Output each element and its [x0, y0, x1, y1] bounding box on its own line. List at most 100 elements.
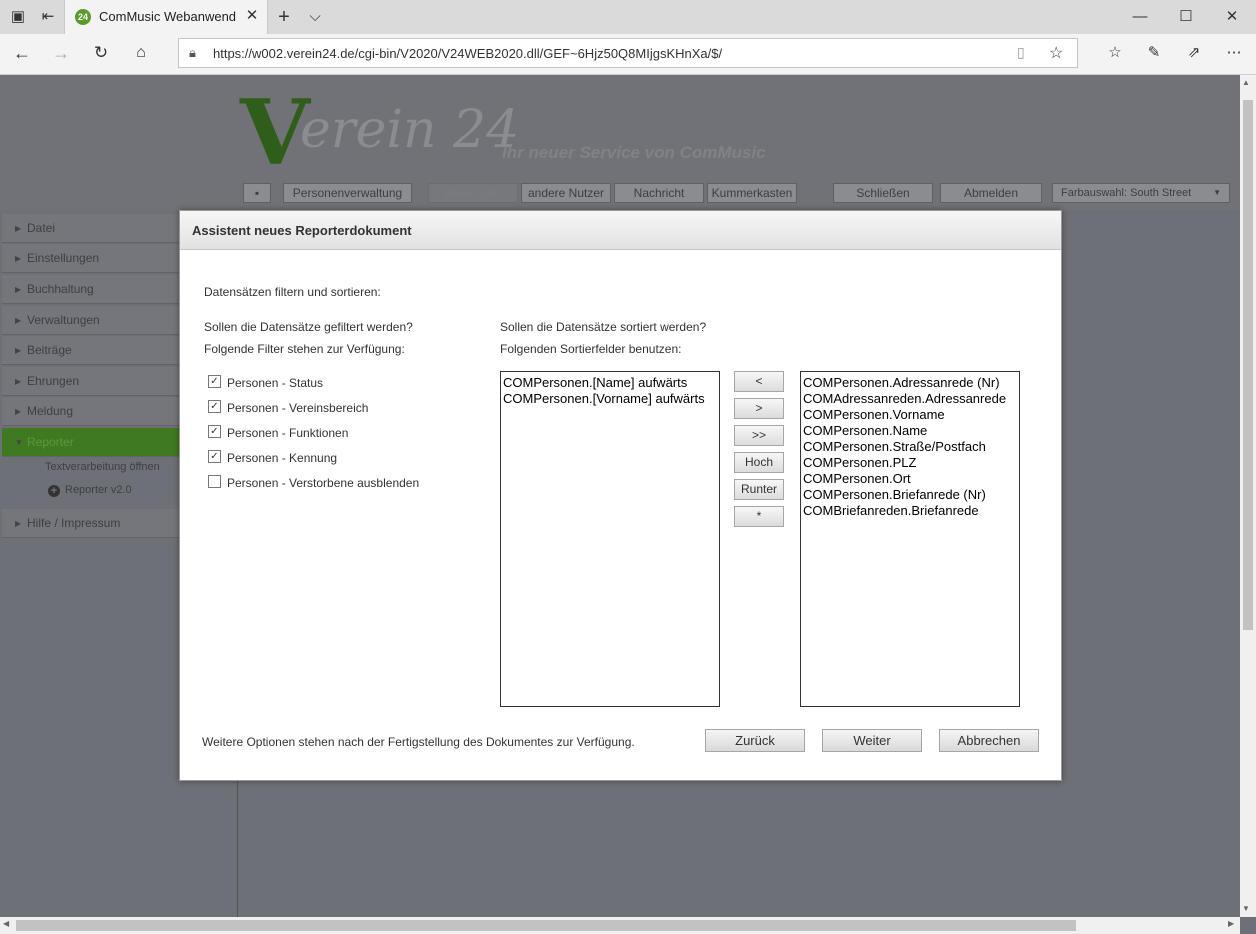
tab-list-chevron-icon[interactable]: ⌵ [301, 3, 329, 31]
move-down-button[interactable]: Runter [734, 479, 784, 500]
sidebar-item-label: Beiträge [27, 343, 72, 357]
personenverwaltung-button[interactable]: Personenverwaltung [283, 183, 412, 203]
schliessen-button[interactable]: Schließen [833, 183, 933, 203]
color-select[interactable]: Farbauswahl: South Street ▼ [1052, 183, 1230, 203]
list-item[interactable]: COMPersonen.Briefanrede (Nr) [803, 487, 1017, 503]
favorites-list-icon[interactable]: ☆ [1101, 39, 1129, 67]
list-item[interactable]: COMAdressanreden.Adressanrede [803, 391, 1017, 407]
vertical-scroll-thumb[interactable] [1243, 100, 1253, 630]
abmelden-button[interactable]: Abmelden [940, 183, 1042, 203]
kummerkasten-button[interactable]: Kummerkasten [707, 183, 797, 203]
filter-label: Personen - Funktionen [227, 426, 349, 440]
list-item[interactable]: COMPersonen.[Name] aufwärts [503, 375, 717, 391]
cancel-button[interactable]: Abbrechen [939, 729, 1039, 752]
favicon-icon: 24 [75, 9, 91, 25]
sidebar-item-label: Ehrungen [27, 374, 80, 388]
filter-checkbox[interactable]: ✓ [208, 425, 221, 438]
chevron-right-icon: ▶ [15, 254, 22, 263]
sidebar-item-label: Hilfe / Impressum [27, 516, 121, 530]
logo-text: erein 24 [300, 100, 520, 160]
url-text: https://w002.verein24.de/cgi-bin/V2020/V… [213, 46, 723, 61]
more-icon[interactable]: ⋯ [1220, 39, 1248, 67]
filter-question: Sollen die Datensätze gefiltert werden? [204, 320, 413, 334]
scroll-right-icon[interactable]: ▶ [1228, 919, 1234, 928]
sort-available-list[interactable]: COMPersonen.Adressanrede (Nr) COMAdressa… [800, 371, 1020, 707]
close-tab-icon[interactable]: ✕ [243, 7, 261, 25]
list-item[interactable]: COMPersonen.PLZ [803, 455, 1017, 471]
dialog-title: Assistent neues Reporterdokument [192, 223, 412, 238]
list-item[interactable]: COMPersonen.Vorname [803, 407, 1017, 423]
filter-row[interactable]: ✓ Personen - Funktionen [208, 425, 448, 441]
sidebar-item-label: Buchhaltung [27, 282, 94, 296]
sidebar-item-label: Reporter [27, 435, 74, 449]
filter-row[interactable]: ✓ Personen - Vereinsbereich [208, 400, 448, 416]
horizontal-scroll-thumb[interactable] [16, 920, 1076, 931]
add-field-button[interactable]: < [734, 371, 784, 392]
filter-checkbox[interactable] [208, 475, 221, 488]
minimize-icon[interactable]: — [1126, 3, 1154, 31]
refresh-icon[interactable]: ↻ [87, 39, 115, 67]
list-item[interactable]: COMPersonen.Straße/Postfach [803, 439, 1017, 455]
nachricht-button[interactable]: Nachricht [614, 183, 704, 203]
dialog-title-bar: Assistent neues Reporterdokument [180, 211, 1061, 250]
filter-checkbox[interactable]: ✓ [208, 375, 221, 388]
chevron-down-icon: ▼ [1213, 188, 1221, 197]
new-tab-icon[interactable]: + [270, 3, 298, 31]
forward-icon[interactable]: → [47, 39, 75, 67]
chevron-right-icon: ▶ [15, 224, 22, 233]
remove-field-button[interactable]: > [734, 398, 784, 419]
chevron-right-icon: ▶ [15, 285, 22, 294]
home-icon[interactable]: ⌂ [127, 39, 155, 67]
share-icon[interactable]: ⇗ [1180, 39, 1208, 67]
list-item[interactable]: COMPersonen.Name [803, 423, 1017, 439]
scroll-down-icon[interactable]: ▼ [1242, 904, 1250, 913]
neue-liste-button[interactable]: neue Liste [428, 183, 518, 203]
filter-available-label: Folgende Filter stehen zur Verfügung: [204, 342, 405, 356]
filter-label: Personen - Verstorbene ausblenden [227, 476, 420, 490]
sidebar-subitem-label: Reporter v2.0 [65, 484, 132, 496]
sort-selected-list[interactable]: COMPersonen.[Name] aufwärts COMPersonen.… [500, 371, 720, 707]
tab-title: ComMusic Webanwend [99, 9, 237, 24]
reporter-wizard-dialog: Assistent neues Reporterdokument Datensä… [179, 210, 1062, 781]
maximize-icon[interactable]: ☐ [1172, 3, 1200, 31]
list-item[interactable]: COMBriefanreden.Briefanrede [803, 503, 1017, 519]
filter-row[interactable]: ✓ Personen - Kennung [208, 450, 448, 466]
address-bar[interactable]: 🔒︎ https://w002.verein24.de/cgi-bin/V202… [178, 38, 1078, 68]
browser-tab-bar: ▣ ⇤ 24 ComMusic Webanwend ✕ + ⌵ — ☐ ✕ [0, 0, 1256, 34]
next-button[interactable]: Weiter [822, 729, 922, 752]
sidebar-item-label: Meldung [27, 404, 74, 418]
tab-actions-icon[interactable]: ▣ [4, 3, 32, 31]
filter-label: Personen - Kennung [227, 451, 338, 465]
pen-icon[interactable]: ✎ [1140, 39, 1168, 67]
move-up-button[interactable]: Hoch [734, 452, 784, 473]
menu-toggle-button[interactable]: ▪ [243, 183, 271, 203]
chevron-right-icon: ▶ [15, 316, 22, 325]
back-button[interactable]: Zurück [705, 729, 805, 752]
filter-label: Personen - Vereinsbereich [227, 401, 369, 415]
list-item[interactable]: COMPersonen.Adressanrede (Nr) [803, 375, 1017, 391]
list-item[interactable]: COMPersonen.Ort [803, 471, 1017, 487]
plus-circle-icon: + [48, 485, 60, 497]
back-icon[interactable]: ← [8, 39, 36, 67]
intro-text: Datensätzen filtern und sortieren: [204, 285, 381, 299]
reading-view-icon[interactable]: ▯ [1017, 44, 1025, 61]
chevron-right-icon: ▶ [15, 377, 22, 386]
filter-checkbox[interactable]: ✓ [208, 400, 221, 413]
sort-question: Sollen die Datensätze sortiert werden? [500, 320, 707, 334]
filter-checkbox[interactable]: ✓ [208, 450, 221, 463]
scroll-up-icon[interactable]: ▲ [1242, 78, 1250, 87]
filter-row[interactable]: Personen - Verstorbene ausblenden [208, 475, 448, 491]
scroll-left-icon[interactable]: ◀ [3, 919, 9, 928]
andere-nutzer-button[interactable]: andere Nutzer [521, 183, 611, 203]
list-item[interactable]: COMPersonen.[Vorname] aufwärts [503, 391, 717, 407]
sidebar-subitem-label: Textverarbeitung öffnen [45, 461, 160, 473]
toggle-order-button[interactable]: * [734, 506, 784, 527]
slogan: Ihr neuer Service von ComMusic [502, 143, 766, 162]
close-window-icon[interactable]: ✕ [1218, 3, 1246, 31]
browser-tab[interactable]: 24 ComMusic Webanwend ✕ [64, 0, 268, 34]
favorite-star-icon[interactable]: ☆ [1049, 43, 1063, 63]
footer-note: Weitere Optionen stehen nach der Fertigs… [202, 735, 635, 749]
filter-row[interactable]: ✓ Personen - Status [208, 375, 448, 391]
remove-all-button[interactable]: >> [734, 425, 784, 446]
set-aside-tabs-icon[interactable]: ⇤ [34, 3, 62, 31]
